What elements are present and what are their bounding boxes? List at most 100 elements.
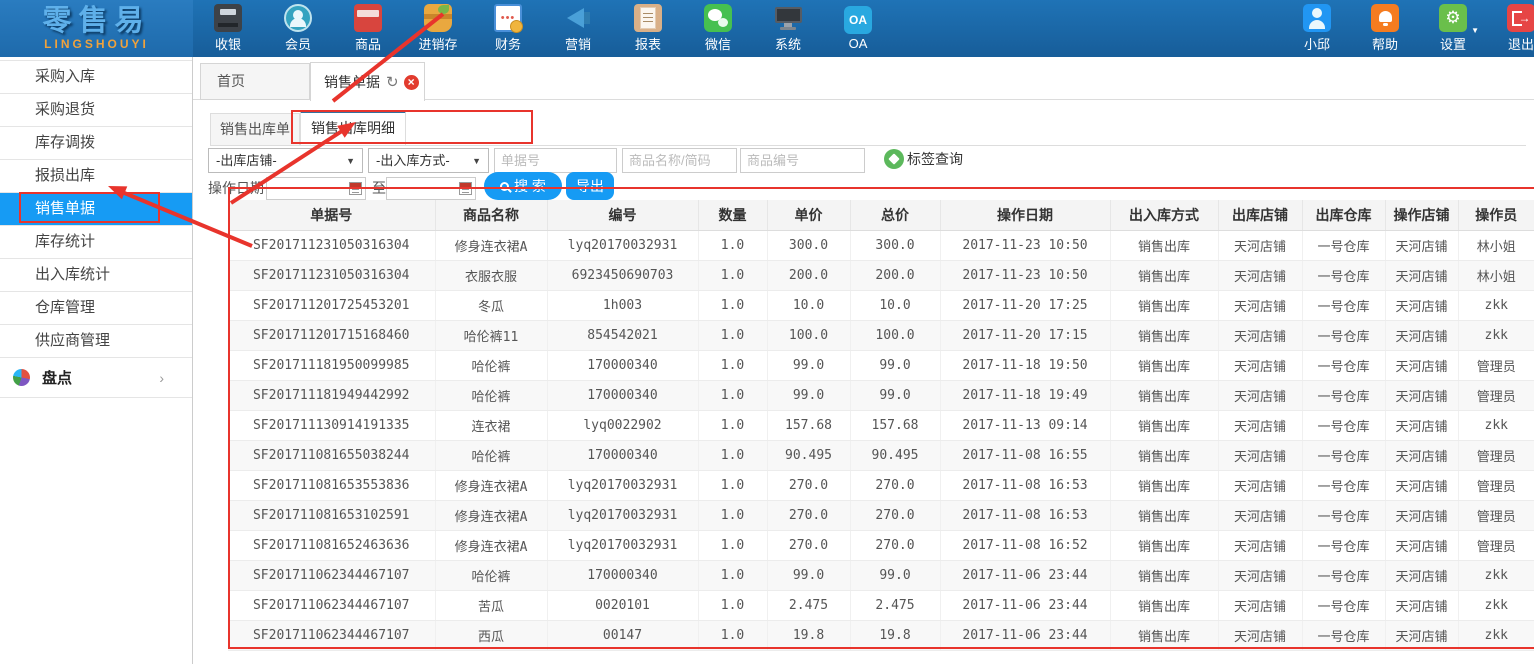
nav-item-exit[interactable]: 退出 xyxy=(1487,0,1534,57)
nav-item-register[interactable]: 收银 xyxy=(193,0,263,57)
table-cell: 天河店铺 xyxy=(1218,230,1302,260)
table-cell: 99.0 xyxy=(850,380,940,410)
table-cell: 一号仓库 xyxy=(1302,620,1385,650)
subtab-sales-outbound-orders[interactable]: 销售出库单 xyxy=(210,113,300,146)
tab-sales-orders[interactable]: 销售单据 xyxy=(310,62,425,101)
table-row: SF201711081655038244哈伦裤1700003401.090.49… xyxy=(228,440,1534,470)
date-from-input[interactable] xyxy=(266,177,366,200)
table-cell: 1.0 xyxy=(698,410,767,440)
table-cell: 270.0 xyxy=(850,470,940,500)
table-cell: 天河店铺 xyxy=(1385,260,1458,290)
sales-detail-table: 单据号商品名称编号数量单价总价操作日期出入库方式出库店铺出库仓库操作店铺操作员 … xyxy=(228,200,1534,651)
date-to-input[interactable] xyxy=(386,177,476,200)
table-cell: 天河店铺 xyxy=(1385,500,1458,530)
store-filter-select[interactable]: -出库店铺- xyxy=(208,148,363,173)
table-cell: 1.0 xyxy=(698,230,767,260)
column-header: 操作日期 xyxy=(940,200,1110,230)
store-filter-value: -出库店铺- xyxy=(216,149,277,172)
table-cell: 天河店铺 xyxy=(1218,620,1302,650)
table-cell: 天河店铺 xyxy=(1218,350,1302,380)
product-code-input[interactable] xyxy=(740,148,865,173)
table-cell: 300.0 xyxy=(767,230,850,260)
tab-home[interactable]: 首页 xyxy=(200,63,310,100)
table-cell: 1.0 xyxy=(698,590,767,620)
table-cell: 销售出库 xyxy=(1110,620,1218,650)
table-row: SF201711081652463636修身连衣裙Alyq20170032931… xyxy=(228,530,1534,560)
method-filter-value: -出入库方式- xyxy=(376,149,450,172)
sidebar-item[interactable]: 采购退货 xyxy=(0,94,192,127)
app-logo: 零售易 LINGSHOUYI xyxy=(0,0,193,57)
product-icon xyxy=(354,4,382,32)
sidebar-item[interactable]: 供应商管理 xyxy=(0,325,192,358)
table-cell: 天河店铺 xyxy=(1218,380,1302,410)
table-row: SF201711231050316304修身连衣裙Alyq20170032931… xyxy=(228,230,1534,260)
table-cell: 90.495 xyxy=(850,440,940,470)
nav-item-monitor[interactable]: 系统 xyxy=(753,0,823,57)
chevron-down-icon xyxy=(472,150,481,173)
nav-item-settings[interactable]: 设置 xyxy=(1419,0,1487,57)
table-cell: 一号仓库 xyxy=(1302,410,1385,440)
sidebar-item[interactable]: 出入库统计 xyxy=(0,259,192,292)
order-no-input[interactable] xyxy=(494,148,617,173)
nav-item-megaphone[interactable]: 营销 xyxy=(543,0,613,57)
table-cell: 19.8 xyxy=(850,620,940,650)
table-cell: 1.0 xyxy=(698,440,767,470)
nav-item-help[interactable]: 帮助 xyxy=(1351,0,1419,57)
sidebar-item[interactable]: 仓库管理 xyxy=(0,292,192,325)
nav-item-member[interactable]: 会员 xyxy=(263,0,333,57)
table-cell: zkk xyxy=(1458,410,1534,440)
sidebar-item[interactable]: 库存统计 xyxy=(0,226,192,259)
sidebar-menu: 采购入库采购退货库存调拨报损出库销售单据库存统计出入库统计仓库管理供应商管理 xyxy=(0,60,192,358)
search-button[interactable]: 搜 索 xyxy=(484,172,562,200)
table-cell: 1.0 xyxy=(698,620,767,650)
product-name-input[interactable] xyxy=(622,148,737,173)
nav-item-abacus[interactable]: 财务 xyxy=(473,0,543,57)
method-filter-select[interactable]: -出入库方式- xyxy=(368,148,489,173)
sidebar: 采购入库采购退货库存调拨报损出库销售单据库存统计出入库统计仓库管理供应商管理 盘… xyxy=(0,57,193,664)
nav-item-label: 财务 xyxy=(495,34,521,53)
sidebar-item[interactable]: 采购入库 xyxy=(0,61,192,94)
table-cell: zkk xyxy=(1458,620,1534,650)
sidebar-section-inventory-check[interactable]: 盘点 xyxy=(0,358,192,398)
table-cell: SF201711081652463636 xyxy=(228,530,435,560)
table-cell: 一号仓库 xyxy=(1302,290,1385,320)
table-cell: SF201711201725453201 xyxy=(228,290,435,320)
export-button[interactable]: 导出 xyxy=(566,172,614,200)
table-cell: 天河店铺 xyxy=(1218,320,1302,350)
table-cell: 连衣裙 xyxy=(435,410,547,440)
table-cell: 管理员 xyxy=(1458,500,1534,530)
sidebar-item[interactable]: 报损出库 xyxy=(0,160,192,193)
table-cell: 2017-11-08 16:53 xyxy=(940,470,1110,500)
table-cell: 天河店铺 xyxy=(1218,410,1302,440)
nav-item-product[interactable]: 商品 xyxy=(333,0,403,57)
table-cell: 天河店铺 xyxy=(1218,530,1302,560)
nav-item-label: 营销 xyxy=(565,34,591,53)
table-cell: 0020101 xyxy=(547,590,698,620)
table-cell: 170000340 xyxy=(547,380,698,410)
close-tab-icon[interactable] xyxy=(404,75,419,90)
megaphone-icon xyxy=(564,4,592,32)
table-cell: 销售出库 xyxy=(1110,260,1218,290)
search-icon xyxy=(500,182,509,191)
table-cell: 天河店铺 xyxy=(1385,440,1458,470)
table-cell: 2017-11-18 19:49 xyxy=(940,380,1110,410)
table-row: SF201711181950099985哈伦裤1700003401.099.09… xyxy=(228,350,1534,380)
table-cell: 170000340 xyxy=(547,440,698,470)
table-cell: 销售出库 xyxy=(1110,320,1218,350)
table-cell: 天河店铺 xyxy=(1218,470,1302,500)
nav-item-report[interactable]: 报表 xyxy=(613,0,683,57)
subtab-sales-outbound-details[interactable]: 销售出库明细 xyxy=(300,110,406,146)
table-cell: 2017-11-08 16:52 xyxy=(940,530,1110,560)
nav-item-basket[interactable]: 进销存 xyxy=(403,0,473,57)
tag-query-link[interactable]: 标签查询 xyxy=(884,149,963,169)
refresh-icon[interactable] xyxy=(386,73,399,91)
nav-item-wechat[interactable]: 微信 xyxy=(683,0,753,57)
sidebar-item-active[interactable]: 销售单据 xyxy=(0,193,192,226)
nav-item-oa[interactable]: OAOA xyxy=(823,0,893,57)
table-cell: 哈伦裤 xyxy=(435,350,547,380)
table-cell: 哈伦裤 xyxy=(435,440,547,470)
nav-item-user[interactable]: 小邱 xyxy=(1283,0,1351,57)
table-cell: 衣服衣服 xyxy=(435,260,547,290)
sidebar-item[interactable]: 库存调拨 xyxy=(0,127,192,160)
table-cell: 一号仓库 xyxy=(1302,560,1385,590)
